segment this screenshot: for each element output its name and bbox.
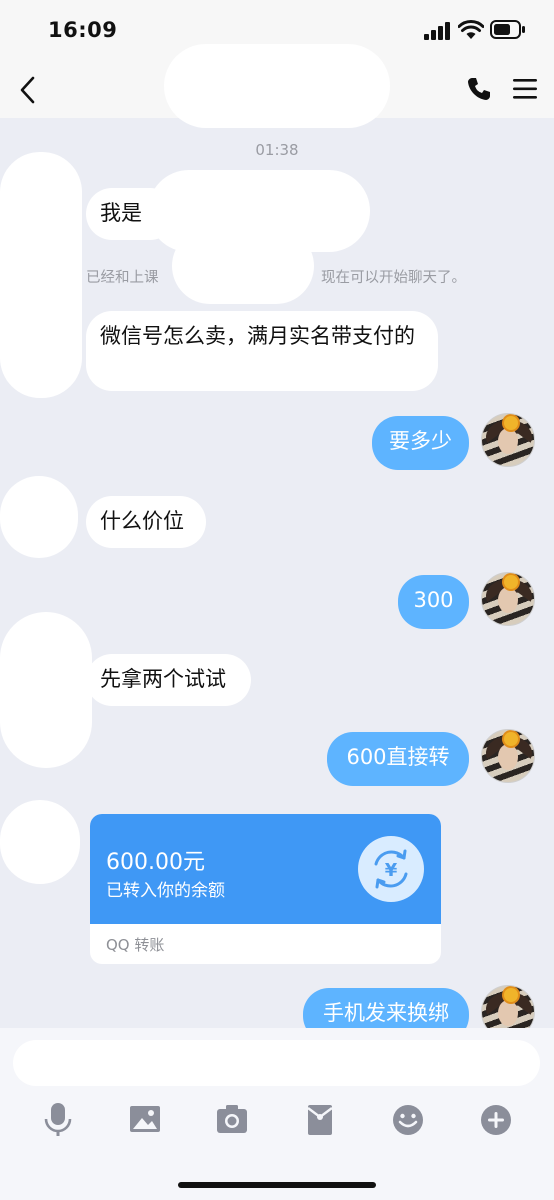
- image-icon[interactable]: [125, 1102, 165, 1138]
- outgoing-message[interactable]: 300: [398, 575, 469, 629]
- camera-icon[interactable]: [212, 1102, 252, 1138]
- input-area: [0, 1028, 554, 1200]
- status-time: 16:09: [48, 18, 118, 42]
- wifi-icon: [458, 20, 484, 39]
- menu-icon[interactable]: [512, 78, 538, 100]
- redacted-text: [172, 228, 314, 304]
- my-avatar[interactable]: [481, 413, 535, 467]
- my-avatar[interactable]: [481, 729, 535, 783]
- transfer-card-header: 600.00元 已转入你的余额 ¥: [90, 814, 441, 924]
- home-indicator: [178, 1182, 376, 1188]
- red-packet-icon[interactable]: [300, 1102, 340, 1138]
- transfer-amount: 600.00元: [106, 850, 205, 875]
- back-arrow-icon[interactable]: [18, 76, 38, 104]
- system-notice-left: 已经和上课: [86, 270, 159, 286]
- yuan-exchange-icon: ¥: [358, 836, 424, 902]
- transfer-card[interactable]: 600.00元 已转入你的余额 ¥ QQ 转账: [90, 814, 441, 964]
- incoming-message[interactable]: 什么价位: [86, 496, 206, 548]
- plus-icon[interactable]: [476, 1102, 516, 1138]
- redacted-contact-avatar: [0, 800, 80, 884]
- my-avatar[interactable]: [481, 572, 535, 626]
- outgoing-message[interactable]: 要多少: [372, 416, 469, 470]
- redacted-contact-avatar: [0, 476, 78, 558]
- chat-header: [0, 44, 554, 128]
- redacted-contact-avatar: [0, 152, 82, 398]
- message-input[interactable]: [13, 1040, 540, 1086]
- message-timestamp: 01:38: [255, 141, 299, 159]
- cellular-signal-icon: [424, 22, 450, 40]
- system-notice-right: 现在可以开始聊天了。: [321, 270, 466, 286]
- outgoing-message[interactable]: 600直接转: [327, 732, 469, 786]
- battery-icon: [490, 20, 525, 39]
- redacted-contact-avatar: [0, 612, 92, 768]
- transfer-footer: QQ 转账: [106, 936, 165, 954]
- microphone-icon[interactable]: [38, 1102, 78, 1138]
- incoming-message[interactable]: 先拿两个试试: [86, 654, 251, 706]
- incoming-message[interactable]: 微信号怎么卖，满月实名带支付的: [86, 311, 438, 391]
- redacted-contact-name: [164, 44, 390, 128]
- svg-text:¥: ¥: [385, 860, 398, 881]
- emoji-icon[interactable]: [388, 1102, 428, 1138]
- phone-call-icon[interactable]: [466, 76, 492, 102]
- transfer-description: 已转入你的余额: [106, 881, 225, 901]
